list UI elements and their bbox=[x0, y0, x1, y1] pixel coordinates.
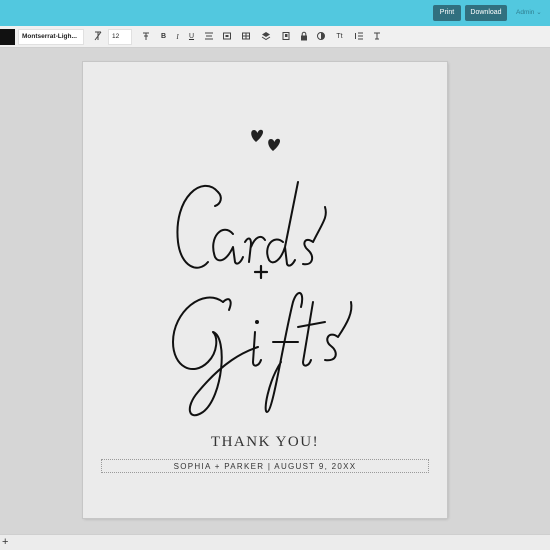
add-page-button[interactable]: + bbox=[2, 535, 8, 550]
layers-icon[interactable] bbox=[221, 30, 232, 44]
clear-format-icon[interactable] bbox=[371, 30, 382, 44]
bottom-bar: + bbox=[0, 534, 550, 550]
hearts-icon bbox=[251, 129, 281, 151]
align-icon[interactable] bbox=[203, 30, 214, 44]
top-bar: Print Download Admin ⌄ bbox=[0, 0, 550, 26]
text-toolbar: Montserrat-Ligh... 12 B I U Tt bbox=[0, 26, 550, 48]
bold-icon[interactable]: B bbox=[158, 30, 169, 44]
text-size-icon[interactable] bbox=[140, 30, 151, 44]
names-date-text: SOPHIA + PARKER | AUGUST 9, 20XX bbox=[173, 462, 357, 471]
names-date-textbox[interactable]: SOPHIA + PARKER | AUGUST 9, 20XX bbox=[101, 459, 429, 473]
font-family-select[interactable]: Montserrat-Ligh... bbox=[18, 29, 84, 45]
grid-icon[interactable] bbox=[240, 30, 251, 44]
lock-icon[interactable] bbox=[298, 30, 309, 44]
case-icon[interactable]: Tt bbox=[334, 30, 345, 44]
font-size-input[interactable]: 12 bbox=[108, 29, 132, 45]
italic-icon[interactable]: I bbox=[172, 30, 183, 44]
admin-menu[interactable]: Admin ⌄ bbox=[516, 5, 542, 21]
text-color-swatch[interactable] bbox=[0, 29, 15, 45]
opacity-icon[interactable] bbox=[315, 30, 326, 44]
line-spacing-icon[interactable] bbox=[353, 30, 364, 44]
thank-you-text[interactable]: THANK YOU! bbox=[83, 434, 447, 451]
underline-icon[interactable]: U bbox=[186, 30, 197, 44]
script-lettering bbox=[172, 181, 353, 417]
frame-icon[interactable] bbox=[260, 30, 271, 44]
download-button[interactable]: Download bbox=[465, 5, 507, 21]
design-page[interactable]: THANK YOU! SOPHIA + PARKER | AUGUST 9, 2… bbox=[83, 62, 447, 518]
print-button[interactable]: Print bbox=[433, 5, 461, 21]
font-style-icon[interactable] bbox=[92, 30, 103, 44]
page-icon[interactable] bbox=[280, 30, 291, 44]
